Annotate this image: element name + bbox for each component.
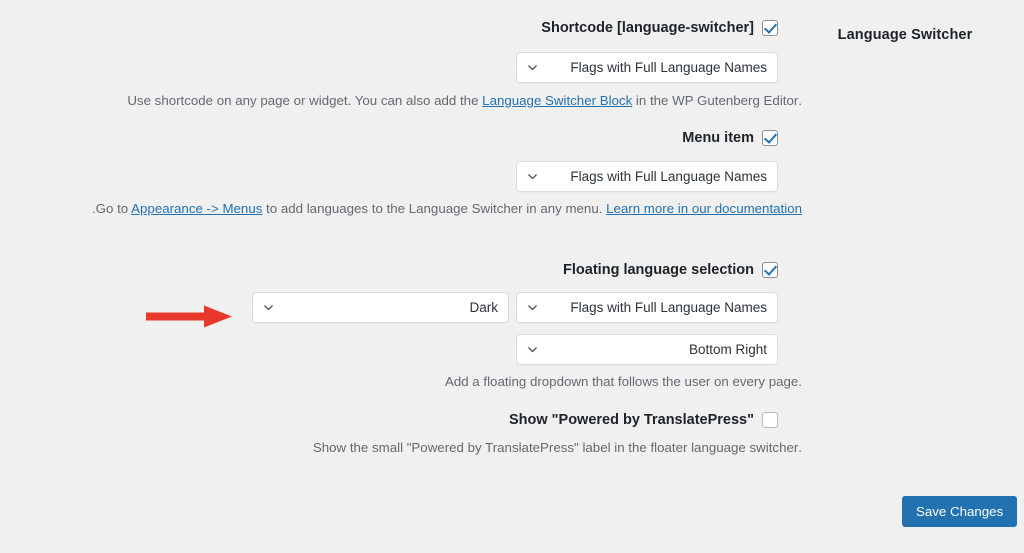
floating-label-row: Floating language selection: [0, 262, 790, 278]
language-switcher-block-link[interactable]: Language Switcher Block: [482, 93, 632, 108]
floating-position-value: Bottom Right: [688, 342, 767, 357]
documentation-link[interactable]: Learn more in our documentation: [606, 201, 802, 216]
powered-by-label: "Show "Powered by TranslatePress: [508, 412, 754, 428]
floating-label: Floating language selection: [563, 262, 754, 278]
powered-by-description: .Show the small "Powered by TranslatePre…: [312, 440, 802, 455]
floating-color-value: Dark: [469, 300, 498, 315]
annotation-arrow-icon: [146, 303, 238, 331]
floating-description: .Add a floating dropdown that follows th…: [444, 374, 802, 389]
chevron-down-icon: [526, 343, 539, 356]
floating-type-select[interactable]: Flags with Full Language Names: [516, 292, 778, 323]
floating-position-select[interactable]: Bottom Right: [516, 334, 778, 365]
page-title: Language Switcher: [837, 27, 973, 43]
save-changes-button[interactable]: Save Changes: [902, 496, 1018, 527]
settings-page: Language Switcher Shortcode [language-sw…: [0, 0, 1024, 553]
powered-by-section: "Show "Powered by TranslatePress .Show t…: [0, 412, 802, 455]
floating-section: Floating language selection Flags with F…: [0, 262, 802, 389]
menu-item-style-value: Flags with Full Language Names: [570, 169, 767, 184]
menu-item-description: Go to Appearance -> Menus to add languag…: [0, 198, 814, 219]
menu-item-label-row: Menu item: [0, 130, 790, 146]
menu-item-checkbox[interactable]: [762, 130, 778, 146]
appearance-menus-link[interactable]: Appearance -> Menus: [131, 201, 262, 216]
shortcode-style-value: Flags with Full Language Names: [570, 60, 767, 75]
shortcode-checkbox[interactable]: [762, 20, 778, 36]
shortcode-style-select[interactable]: Flags with Full Language Names: [516, 52, 778, 83]
shortcode-description: .Use shortcode on any page or widget. Yo…: [0, 90, 814, 111]
shortcode-label-row: Shortcode [language-switcher]: [0, 20, 790, 36]
menu-item-section: Menu item Flags with Full Language Names…: [0, 130, 802, 216]
shortcode-desc-suffix: in the WP Gutenberg Editor: [632, 93, 799, 108]
menu-desc-part1: Go to: [95, 201, 132, 216]
chevron-down-icon: [262, 301, 275, 314]
chevron-down-icon: [526, 301, 539, 314]
floating-language-checkbox[interactable]: [762, 262, 778, 278]
chevron-down-icon: [526, 170, 539, 183]
menu-desc-part2: to add languages to the Language Switche…: [262, 201, 607, 216]
floating-color-select[interactable]: Dark: [252, 292, 509, 323]
floating-type-value: Flags with Full Language Names: [570, 300, 767, 315]
powered-by-label-row: "Show "Powered by TranslatePress: [0, 412, 790, 428]
menu-item-style-select[interactable]: Flags with Full Language Names: [516, 161, 778, 192]
chevron-down-icon: [526, 61, 539, 74]
shortcode-label: Shortcode [language-switcher]: [541, 20, 754, 36]
powered-by-checkbox[interactable]: [762, 412, 778, 428]
menu-item-label: Menu item: [682, 130, 754, 146]
shortcode-section: Shortcode [language-switcher] Flags with…: [0, 20, 802, 108]
